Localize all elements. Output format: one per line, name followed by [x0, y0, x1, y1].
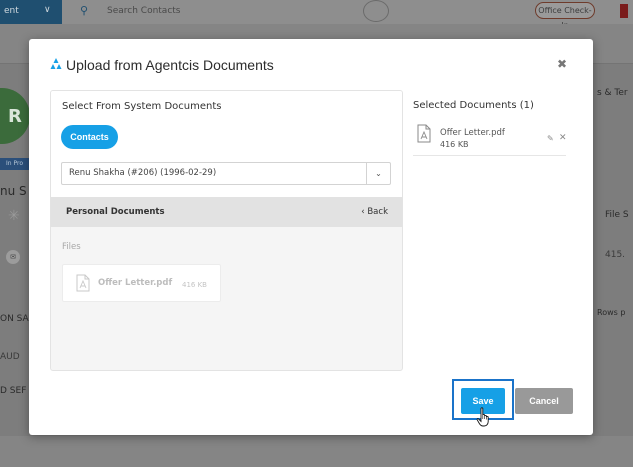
modal-header: Upload from Agentcis Documents ✖ [29, 39, 593, 91]
chevron-down-icon: ∨ [44, 5, 51, 15]
cancel-button[interactable]: Cancel [515, 388, 573, 414]
file-size: 416 KB [182, 281, 207, 289]
gear-icon[interactable]: ✳ [8, 208, 20, 224]
close-icon[interactable]: ✖ [557, 57, 567, 71]
department-selector[interactable]: ent ∨ [0, 0, 62, 24]
tab-terms[interactable]: s & Ter [597, 88, 628, 98]
status-badge: In Pro [0, 158, 30, 170]
hand-pointer-cursor-icon [476, 407, 489, 427]
column-header-file-size: File S [605, 210, 629, 220]
search-icon[interactable]: ⚲ [80, 4, 88, 17]
rows-per-page-label: Rows p [597, 308, 626, 317]
contact-select-value: Renu Shakha (#206) (1996-02-29) [69, 168, 217, 178]
selected-documents-heading: Selected Documents (1) [413, 100, 534, 111]
section-label: ON SA [0, 314, 29, 324]
contacts-button[interactable]: Contacts [61, 125, 118, 149]
department-label: ent [4, 6, 19, 16]
office-checkin-button[interactable]: Office Check-In [535, 2, 595, 30]
file-name: Offer Letter.pdf [98, 278, 173, 288]
chevron-down-icon[interactable]: ⌄ [366, 163, 390, 184]
selected-file-size: 416 KB [440, 140, 469, 149]
system-documents-panel: Select From System Documents Contacts Re… [50, 90, 403, 371]
selected-document-item: Offer Letter.pdf 416 KB ✎ ✕ [413, 120, 567, 156]
contact-name: nu S [0, 184, 27, 198]
document-category-bar: Personal Documents ‹ Back [51, 197, 402, 227]
notification-icon[interactable] [620, 4, 628, 18]
section-label: D SEF [0, 386, 27, 396]
section-label: AUD [0, 352, 20, 362]
personal-documents-label: Personal Documents [66, 207, 165, 217]
top-bar: ent ∨ ⚲ Search Contacts Office Check-In [0, 0, 633, 30]
edit-icon[interactable]: ✎ [547, 134, 554, 143]
mail-icon[interactable]: ✉ [6, 250, 20, 264]
panel-top: Select From System Documents Contacts Re… [51, 91, 402, 197]
upload-documents-modal: Upload from Agentcis Documents ✖ Select … [29, 39, 593, 435]
remove-icon[interactable]: ✕ [559, 133, 567, 143]
panel-heading: Select From System Documents [62, 101, 222, 112]
pdf-file-icon [76, 274, 90, 292]
contact-avatar: R [0, 88, 30, 144]
search-input[interactable]: Search Contacts [107, 6, 181, 16]
avatar[interactable] [363, 0, 389, 22]
pdf-file-icon [417, 124, 431, 143]
file-card[interactable]: Offer Letter.pdf 416 KB [62, 264, 221, 302]
modal-title: Upload from Agentcis Documents [66, 57, 274, 73]
contact-select[interactable]: Renu Shakha (#206) (1996-02-29) ⌄ [61, 162, 391, 185]
back-link[interactable]: ‹ Back [361, 207, 388, 217]
file-size-cell: 415. [605, 250, 626, 260]
files-label: Files [62, 242, 81, 252]
agentcis-logo-icon [50, 58, 62, 69]
page-footer [0, 436, 633, 467]
selected-file-name: Offer Letter.pdf [440, 128, 505, 138]
